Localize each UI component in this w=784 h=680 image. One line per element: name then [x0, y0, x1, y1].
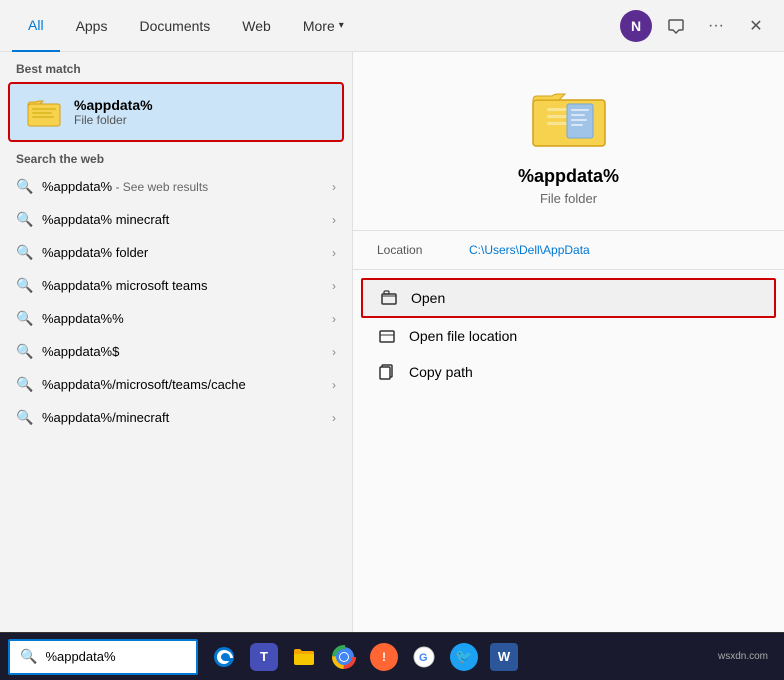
action-label-copy_path: Copy path: [409, 364, 473, 380]
search-web-label: Search the web: [0, 142, 352, 170]
search-icon: 🔍: [16, 178, 32, 195]
item-title: %appdata%: [518, 166, 619, 187]
left-panel: Best match %appdata% File folder Search …: [0, 52, 352, 632]
action-label-open: Open: [411, 290, 445, 306]
taskbar-word-icon[interactable]: W: [486, 639, 522, 675]
action-list: Open Open file location Copy path: [353, 278, 784, 390]
result-list: 🔍%appdata% - See web results›🔍%appdata% …: [0, 170, 352, 434]
search-icon: 🔍: [16, 211, 32, 228]
location-label: Location: [377, 243, 457, 257]
chevron-right-icon: ›: [332, 246, 336, 260]
search-icon: 🔍: [16, 409, 32, 426]
best-match-label: Best match: [0, 52, 352, 82]
chevron-right-icon: ›: [332, 378, 336, 392]
taskbar-search-box[interactable]: 🔍 %appdata%: [8, 639, 198, 675]
result-item-4[interactable]: 🔍%appdata%%›: [0, 302, 352, 335]
folder-icon-small: [26, 94, 62, 130]
divider-mid: [353, 269, 784, 270]
watermark: wsxdn.com: [718, 651, 768, 662]
tab-documents-label: Documents: [139, 18, 210, 34]
tab-all-label: All: [28, 17, 44, 33]
tab-more[interactable]: More ▾: [287, 0, 360, 52]
tab-web[interactable]: Web: [226, 0, 287, 52]
chevron-right-icon: ›: [332, 345, 336, 359]
open-icon: [379, 290, 399, 306]
main-container: Best match %appdata% File folder Search …: [0, 52, 784, 632]
close-button[interactable]: ✕: [740, 10, 772, 42]
folder-icon-large: [529, 82, 609, 150]
result-item-6[interactable]: 🔍%appdata%/microsoft/teams/cache›: [0, 368, 352, 401]
best-match-name: %appdata%: [74, 97, 153, 113]
divider-top: [353, 230, 784, 231]
feedback-button[interactable]: [660, 10, 692, 42]
taskbar-chrome-icon[interactable]: [326, 639, 362, 675]
search-icon: 🔍: [20, 648, 37, 665]
result-item-5[interactable]: 🔍%appdata%$›: [0, 335, 352, 368]
top-nav: All Apps Documents Web More ▾ N ··· ✕: [0, 0, 784, 52]
tab-apps[interactable]: Apps: [60, 0, 124, 52]
search-input-value[interactable]: %appdata%: [45, 649, 115, 664]
action-open_file_location[interactable]: Open file location: [353, 318, 784, 354]
best-match-type: File folder: [74, 113, 153, 127]
search-icon: 🔍: [16, 244, 32, 261]
search-icon: 🔍: [16, 376, 32, 393]
tab-web-label: Web: [242, 18, 271, 34]
result-item-0[interactable]: 🔍%appdata% - See web results›: [0, 170, 352, 203]
chevron-right-icon: ›: [332, 312, 336, 326]
tab-apps-label: Apps: [76, 18, 108, 34]
taskbar-twitter-icon[interactable]: 🐦: [446, 639, 482, 675]
taskbar: 🔍 %appdata% T !: [0, 632, 784, 680]
taskbar-edge-icon[interactable]: [206, 639, 242, 675]
nav-actions: N ··· ✕: [620, 10, 772, 42]
taskbar-icon-5[interactable]: !: [366, 639, 402, 675]
file-location-icon: [377, 328, 397, 344]
taskbar-explorer-icon[interactable]: [286, 639, 322, 675]
more-options-button[interactable]: ···: [700, 10, 732, 42]
action-open[interactable]: Open: [361, 278, 776, 318]
best-match-item[interactable]: %appdata% File folder: [8, 82, 344, 142]
search-icon: 🔍: [16, 343, 32, 360]
result-item-2[interactable]: 🔍%appdata% folder›: [0, 236, 352, 269]
taskbar-teams-icon[interactable]: T: [246, 639, 282, 675]
item-subtitle: File folder: [540, 191, 597, 206]
svg-text:G: G: [419, 652, 428, 664]
avatar[interactable]: N: [620, 10, 652, 42]
chevron-down-icon: ▾: [339, 20, 344, 31]
tab-more-label: More: [303, 18, 335, 34]
chevron-right-icon: ›: [332, 180, 336, 194]
action-copy_path[interactable]: Copy path: [353, 354, 784, 390]
chevron-right-icon: ›: [332, 213, 336, 227]
chevron-right-icon: ›: [332, 411, 336, 425]
result-item-7[interactable]: 🔍%appdata%/minecraft›: [0, 401, 352, 434]
result-item-3[interactable]: 🔍%appdata% microsoft teams›: [0, 269, 352, 302]
tab-documents[interactable]: Documents: [123, 0, 226, 52]
search-icon: 🔍: [16, 310, 32, 327]
chevron-right-icon: ›: [332, 279, 336, 293]
search-icon: 🔍: [16, 277, 32, 294]
taskbar-google-icon[interactable]: G: [406, 639, 442, 675]
right-panel: %appdata% File folder Location C:\Users\…: [352, 52, 784, 632]
tab-all[interactable]: All: [12, 0, 60, 52]
result-item-1[interactable]: 🔍%appdata% minecraft›: [0, 203, 352, 236]
action-label-open_file_location: Open file location: [409, 328, 517, 344]
location-value[interactable]: C:\Users\Dell\AppData: [469, 243, 590, 257]
details-row: Location C:\Users\Dell\AppData: [353, 235, 784, 265]
copy-path-icon: [377, 364, 397, 380]
